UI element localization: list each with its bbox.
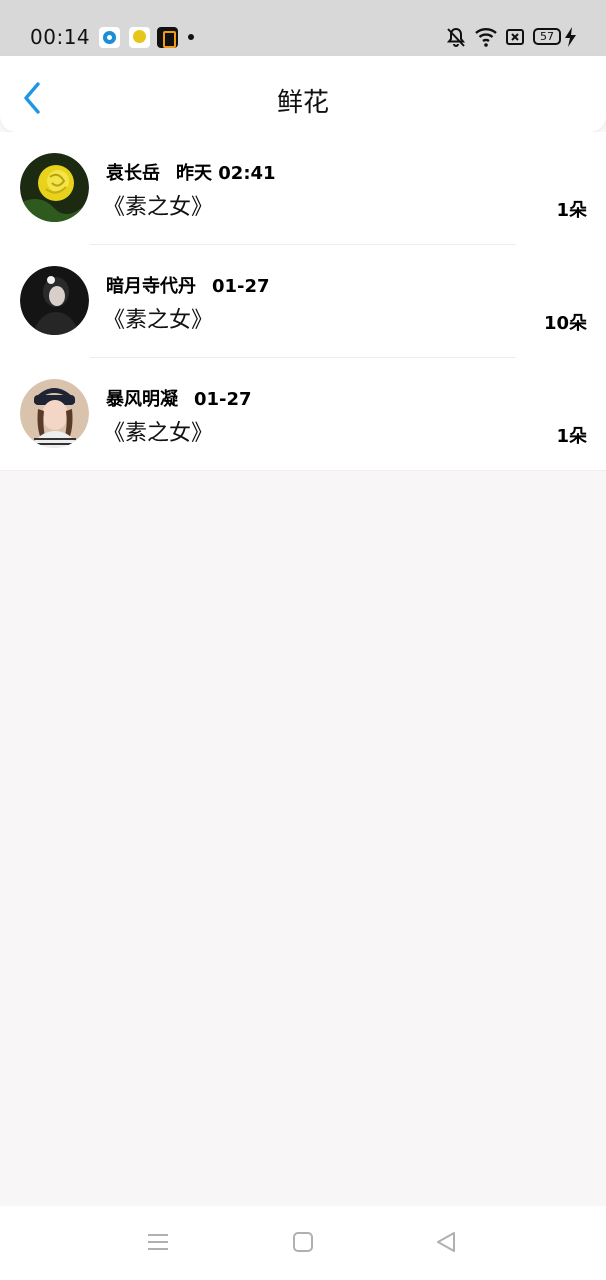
- divider: [0, 470, 606, 471]
- home-square-icon[interactable]: [291, 1230, 315, 1254]
- avatar[interactable]: [20, 153, 89, 222]
- item-time: 昨天 02:41: [176, 163, 276, 184]
- battery-icon: 57: [533, 28, 561, 45]
- book-title[interactable]: 《素之女》: [103, 302, 213, 334]
- flower-count: 1朵: [556, 200, 587, 221]
- book-title[interactable]: 《素之女》: [103, 189, 213, 221]
- book-title[interactable]: 《素之女》: [103, 415, 213, 447]
- back-triangle-icon[interactable]: [434, 1230, 458, 1254]
- charging-bolt-icon: [565, 27, 576, 47]
- user-name[interactable]: 暴风明凝: [106, 389, 178, 410]
- flower-list: 袁长岳 昨天 02:41 《素之女》 1朵 暗月寺代丹 01-27 《素之女》 10…: [0, 132, 606, 471]
- app-notification-icon: [129, 27, 150, 48]
- more-notifications-icon: [188, 34, 194, 40]
- user-name[interactable]: 暗月寺代丹: [106, 276, 196, 297]
- flower-count: 10朵: [543, 313, 587, 334]
- menu-icon[interactable]: [146, 1230, 170, 1254]
- wifi-icon: [475, 28, 497, 47]
- list-item[interactable]: 暴风明凝 01-27 《素之女》 1朵: [0, 358, 606, 471]
- list-item[interactable]: 暗月寺代丹 01-27 《素之女》 10朵: [0, 245, 606, 358]
- item-time: 01-27: [212, 276, 270, 297]
- user-name[interactable]: 袁长岳: [106, 163, 160, 184]
- status-time: 00:14: [30, 25, 91, 49]
- bell-off-icon: [446, 27, 466, 47]
- sim-x-icon: [506, 29, 524, 45]
- page-title: 鲜花: [276, 88, 329, 118]
- status-bar: 00:14 57: [0, 0, 606, 56]
- page-header: 鲜花: [0, 56, 606, 132]
- flower-count: 1朵: [556, 426, 587, 447]
- list-item[interactable]: 袁长岳 昨天 02:41 《素之女》 1朵: [0, 132, 606, 245]
- app-notification-icon: [157, 27, 178, 48]
- system-nav-bar: [0, 1206, 606, 1280]
- avatar[interactable]: [20, 266, 89, 335]
- avatar[interactable]: [20, 379, 89, 448]
- app-notification-icon: [99, 27, 120, 48]
- item-time: 01-27: [194, 389, 252, 410]
